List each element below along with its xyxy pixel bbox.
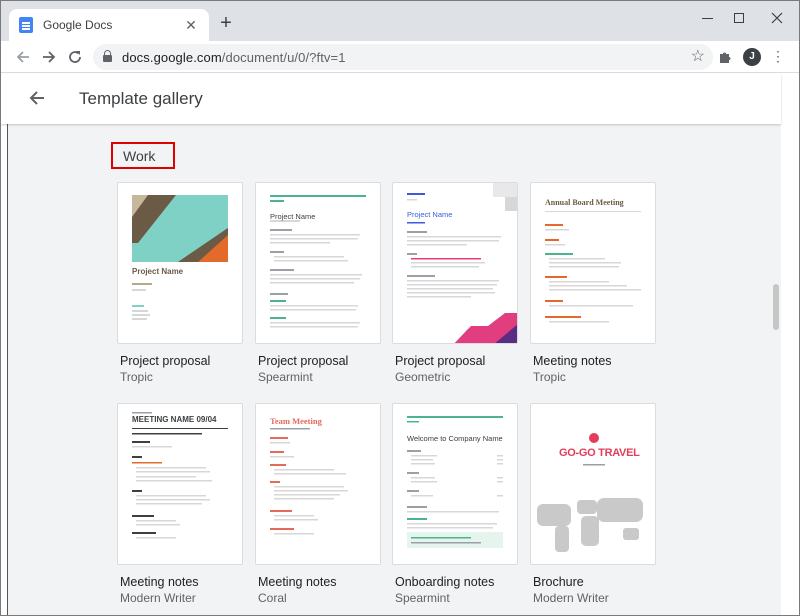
template-style: Tropic — [533, 370, 566, 384]
template-card[interactable]: Team Meeting Meeting notes Coral — [255, 403, 381, 605]
page-header: Template gallery — [1, 74, 781, 124]
template-style: Coral — [258, 591, 287, 605]
template-thumbnail[interactable]: Annual Board Meeting — [530, 182, 656, 344]
template-card[interactable]: Welcome to Company Name Onboarding notes… — [392, 403, 518, 605]
template-thumbnail[interactable]: MEETING NAME 09/04 — [117, 403, 243, 565]
reload-button[interactable] — [63, 45, 87, 69]
template-card[interactable]: Project Name Project proposal Spearmint — [255, 182, 381, 384]
template-name: Brochure — [533, 575, 584, 589]
browser-back-button[interactable] — [11, 45, 35, 69]
thumb-title: Annual Board Meeting — [545, 198, 624, 207]
url-host: docs.google.com — [122, 49, 222, 65]
url-text: docs.google.com/document/u/0/?ftv=1 — [122, 50, 346, 65]
thumb-title: MEETING NAME 09/04 — [132, 415, 217, 424]
template-name: Project proposal — [395, 354, 486, 368]
template-style: Spearmint — [258, 370, 313, 384]
template-name: Project proposal — [258, 354, 349, 368]
thumb-title: Project Name — [407, 210, 453, 219]
thumb-title: Team Meeting — [270, 416, 322, 426]
section-heading-work: Work — [111, 142, 175, 169]
scrollbar-track[interactable] — [781, 124, 799, 615]
template-style: Modern Writer — [533, 591, 609, 605]
template-style: Spearmint — [395, 591, 450, 605]
page-title: Template gallery — [79, 89, 203, 108]
url-path: /document/u/0/?ftv=1 — [221, 49, 346, 65]
window-close-button[interactable] — [757, 1, 797, 35]
browser-forward-button[interactable] — [37, 45, 61, 69]
minimize-icon — [701, 17, 713, 19]
template-card[interactable]: Annual Board Meeting Meeting notes Tropi… — [530, 182, 656, 384]
template-thumbnail[interactable]: GO-GO TRAVEL — [530, 403, 656, 565]
lock-icon — [103, 50, 112, 62]
bookmark-star-icon[interactable]: ☆ — [691, 46, 705, 66]
template-name: Project proposal — [120, 354, 211, 368]
template-style: Tropic — [120, 370, 153, 384]
reload-icon — [69, 51, 81, 63]
template-name: Meeting notes — [258, 575, 337, 589]
template-card[interactable]: GO-GO TRAVEL Brochure Modern Writer — [530, 403, 656, 605]
template-name: Meeting notes — [533, 354, 612, 368]
browser-toolbar: docs.google.com/document/u/0/?ftv=1 ☆ J … — [1, 41, 799, 73]
template-style: Modern Writer — [120, 591, 196, 605]
address-bar[interactable]: docs.google.com/document/u/0/?ftv=1 ☆ — [93, 44, 713, 70]
template-style: Geometric — [395, 370, 451, 384]
arrow-left-icon — [29, 91, 44, 105]
arrow-right-icon — [43, 51, 56, 63]
extensions-puzzle-icon[interactable] — [717, 49, 733, 65]
tab-strip: Google Docs ✕ + — [1, 1, 799, 41]
template-card[interactable]: Project Name Project proposal Tropic — [117, 182, 243, 384]
new-tab-button[interactable]: + — [215, 13, 237, 35]
scrollbar-thumb[interactable] — [773, 284, 779, 330]
template-thumbnail[interactable]: Team Meeting — [255, 403, 381, 565]
arrow-left-icon — [16, 51, 29, 63]
thumb-title: Project Name — [132, 267, 184, 276]
thumb-title: Welcome to Company Name — [407, 434, 503, 443]
template-thumbnail[interactable]: Welcome to Company Name — [392, 403, 518, 565]
close-icon — [771, 12, 783, 24]
template-card[interactable]: MEETING NAME 09/04 Meeting notes Modern … — [117, 403, 243, 605]
thumb-title: GO-GO TRAVEL — [559, 447, 640, 459]
template-thumbnail[interactable]: Project Name — [255, 182, 381, 344]
more-menu-icon[interactable]: ⋮ — [771, 48, 785, 66]
template-thumbnail[interactable]: Project Name — [117, 182, 243, 344]
back-button[interactable] — [25, 86, 49, 110]
tab-title: Google Docs — [43, 18, 113, 32]
template-name: Onboarding notes — [395, 575, 495, 589]
tab-close-icon[interactable]: ✕ — [183, 17, 199, 34]
browser-tab[interactable]: Google Docs ✕ — [9, 9, 209, 41]
profile-avatar[interactable]: J — [743, 48, 761, 66]
maximize-button[interactable] — [719, 1, 759, 35]
template-card[interactable]: Project Name Project proposal Geometric — [392, 182, 518, 384]
browser-window: Google Docs ✕ + docs.google.com/document… — [0, 0, 800, 616]
docs-favicon-icon — [19, 17, 33, 33]
thumb-title: Project Name — [270, 212, 316, 221]
maximize-icon — [734, 13, 744, 23]
template-name: Meeting notes — [120, 575, 199, 589]
template-thumbnail[interactable]: Project Name — [392, 182, 518, 344]
